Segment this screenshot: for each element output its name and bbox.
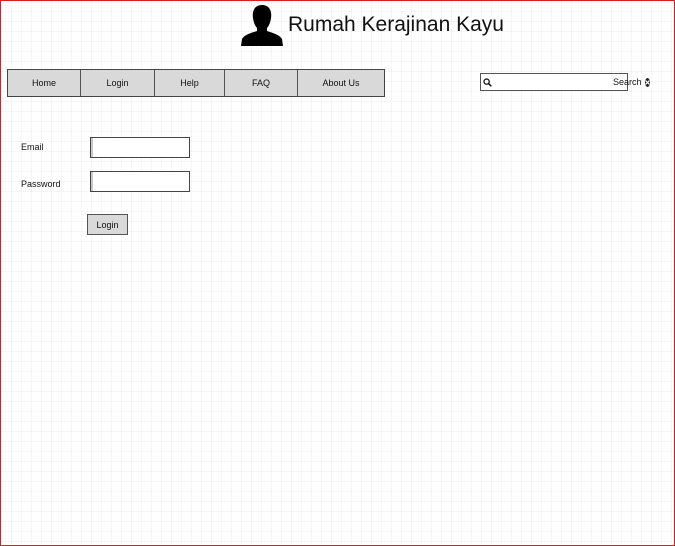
password-label: Password (21, 179, 61, 189)
login-button[interactable]: Login (87, 214, 128, 235)
nav-bar: Home Login Help FAQ About Us (7, 69, 385, 97)
header: Rumah Kerajinan Kayu (240, 3, 504, 47)
password-field-wrapper (90, 171, 190, 192)
page-title: Rumah Kerajinan Kayu (288, 13, 504, 36)
password-field[interactable] (91, 173, 189, 192)
nav-item-label: Home (31, 78, 56, 88)
nav-item-home[interactable]: Home (8, 70, 81, 96)
nav-item-about-us[interactable]: About Us (298, 70, 384, 96)
clear-icon[interactable] (644, 77, 650, 87)
search-label: Search (613, 77, 642, 87)
user-silhouette-icon (240, 4, 284, 46)
wireframe-canvas: Rumah Kerajinan Kayu Home Login Help FAQ… (0, 0, 675, 546)
nav-item-label: FAQ (251, 78, 270, 88)
search-input[interactable] (492, 75, 613, 89)
nav-item-faq[interactable]: FAQ (225, 70, 298, 96)
email-label: Email (21, 142, 44, 152)
search-icon[interactable] (483, 76, 492, 88)
nav-item-login[interactable]: Login (81, 70, 155, 96)
nav-item-label: Login (106, 78, 129, 88)
nav-item-label: About Us (322, 78, 360, 88)
email-field[interactable] (91, 139, 189, 158)
nav-item-label: Help (180, 78, 199, 88)
search-box: Search (480, 73, 650, 91)
nav-item-help[interactable]: Help (155, 70, 225, 96)
email-field-wrapper (90, 137, 190, 158)
